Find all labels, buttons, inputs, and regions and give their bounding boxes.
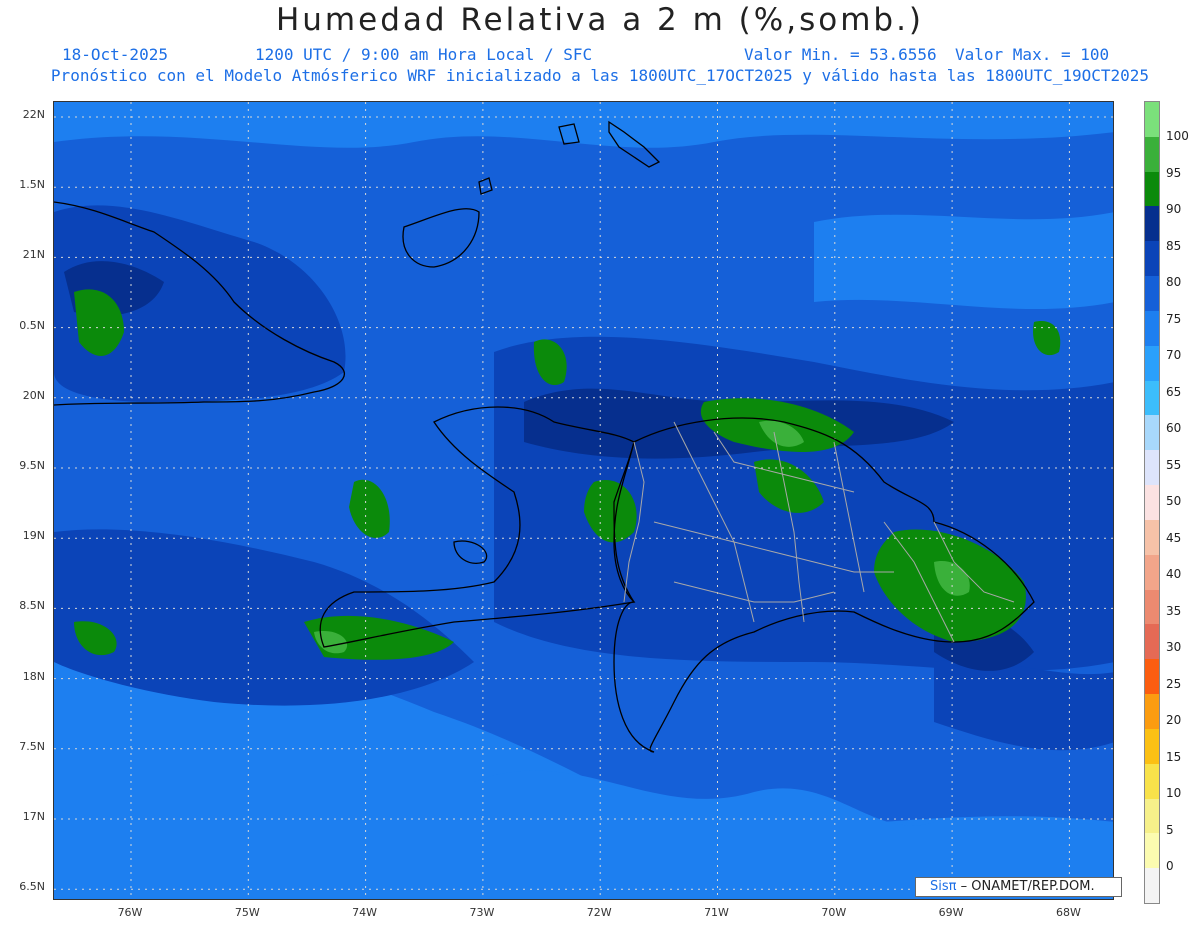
lat-label: 9.5N — [19, 459, 45, 472]
colorbar-cell — [1145, 276, 1159, 312]
lat-label: 8.5N — [19, 599, 45, 613]
brand-logo: Sisπ — [930, 879, 957, 894]
colorbar-cell — [1145, 206, 1159, 242]
colorbar-tick-label: 80 — [1166, 275, 1182, 289]
colorbar-cell — [1145, 624, 1159, 660]
lon-label: 76W — [117, 906, 143, 919]
lat-label: 20N — [22, 388, 45, 402]
colorbar-cell — [1145, 310, 1159, 347]
colorbar-cell — [1145, 728, 1159, 765]
humidity-map — [53, 101, 1114, 900]
colorbar-cell — [1145, 659, 1159, 695]
lon-label: 75W — [234, 906, 260, 919]
colorbar-tick-label: 55 — [1166, 457, 1182, 472]
colorbar-cell — [1145, 102, 1159, 138]
lat-label: 22N — [22, 108, 45, 121]
colorbar-tick-label: 10 — [1166, 786, 1182, 800]
colorbar-cell — [1145, 171, 1159, 207]
colorbar-cell — [1145, 833, 1159, 869]
colorbar-cell — [1145, 868, 1159, 904]
forecast-date: 18-Oct-2025 — [62, 45, 168, 64]
colorbar-tick-label: 30 — [1166, 640, 1182, 654]
map-canvas — [54, 102, 1113, 899]
colorbar-cell — [1145, 345, 1159, 382]
colorbar-cell — [1145, 589, 1159, 625]
value-max: Valor Max. = 100 — [955, 45, 1110, 64]
colorbar-tick-label: 50 — [1166, 494, 1182, 508]
colorbar-tick-label: 5 — [1166, 822, 1174, 837]
organization-label: – ONAMET/REP.DOM. — [960, 879, 1095, 894]
lon-label: 74W — [352, 906, 378, 919]
forecast-time: 1200 UTC / 9:00 am Hora Local / SFC — [255, 45, 593, 64]
colorbar-tick-label: 40 — [1166, 567, 1182, 581]
lon-label: 71W — [704, 906, 729, 919]
lat-label: 21N — [22, 248, 45, 262]
colorbar-cell — [1145, 763, 1159, 799]
colorbar-cell — [1145, 415, 1159, 451]
colorbar — [1144, 101, 1160, 904]
lat-label: 7.5N — [19, 739, 45, 753]
colorbar-tick-label: 35 — [1166, 603, 1182, 618]
colorbar-cell — [1145, 554, 1159, 591]
colorbar-tick-label: 45 — [1166, 530, 1182, 545]
colorbar-tick-label: 0 — [1166, 859, 1174, 873]
colorbar-tick-label: 75 — [1166, 311, 1182, 326]
lat-label: 17N — [22, 810, 45, 823]
lon-label: 73W — [469, 906, 495, 919]
colorbar-cell — [1145, 380, 1159, 416]
lon-label: 72W — [586, 906, 612, 919]
lon-label: 68W — [1055, 906, 1081, 919]
colorbar-cell — [1145, 485, 1159, 521]
colorbar-tick-label: 90 — [1166, 202, 1182, 216]
colorbar-cell — [1145, 519, 1159, 556]
credit-box: Sisπ – ONAMET/REP.DOM. — [915, 877, 1122, 897]
colorbar-cell — [1145, 136, 1159, 173]
colorbar-tick-label: 15 — [1166, 749, 1182, 764]
colorbar-tick-label: 100 — [1166, 129, 1189, 143]
lon-label: 69W — [938, 906, 964, 919]
colorbar-cell — [1145, 450, 1159, 486]
lat-label: 1.5N — [19, 178, 45, 192]
lat-label: 6.5N — [19, 880, 45, 894]
colorbar-tick-label: 20 — [1166, 713, 1182, 727]
lat-label: 19N — [22, 529, 45, 543]
colorbar-cell — [1145, 798, 1159, 834]
colorbar-tick-label: 60 — [1166, 421, 1182, 435]
model-info-line: Pronóstico con el Modelo Atmósferico WRF… — [50, 66, 1150, 85]
lon-label: 70W — [821, 906, 847, 919]
colorbar-tick-label: 25 — [1166, 676, 1182, 691]
value-min: Valor Min. = 53.6556 — [744, 45, 937, 64]
colorbar-cell — [1145, 241, 1159, 277]
colorbar-tick-label: 95 — [1166, 165, 1182, 180]
colorbar-tick-label: 85 — [1166, 238, 1182, 253]
lat-label: 18N — [22, 669, 45, 683]
colorbar-tick-label: 65 — [1166, 384, 1182, 399]
lat-label: 0.5N — [19, 318, 45, 332]
colorbar-tick-label: 70 — [1166, 348, 1182, 362]
colorbar-cell — [1145, 694, 1159, 730]
chart-title: Humedad Relativa a 2 m (%,somb.) — [275, 2, 925, 38]
